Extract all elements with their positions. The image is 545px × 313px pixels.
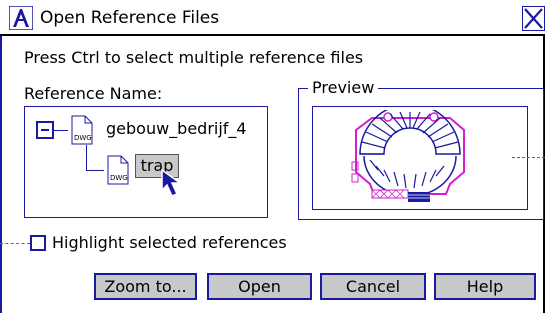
dwg-type-label: DWG [110,174,128,182]
reference-dash-line [0,243,30,244]
close-icon[interactable] [522,6,545,31]
reference-dash-line [512,157,545,158]
mouse-pointer-icon [161,168,183,197]
tree-item-gebouw-bedrijf-4[interactable]: gebouw_bedrijf_4 [106,119,247,138]
zoom-to-button[interactable]: Zoom to... [94,273,197,300]
preview-label: Preview [308,78,379,97]
help-button[interactable]: Help [434,273,536,300]
highlight-checkbox[interactable] [30,235,46,251]
tree-connector [86,170,104,171]
dwg-file-icon: DWG [71,115,93,145]
instruction-text: Press Ctrl to select multiple reference … [24,48,364,67]
open-button[interactable]: Open [207,273,312,300]
dwg-type-label: DWG [74,134,92,142]
reference-name-label: Reference Name: [24,84,163,103]
title-divider [0,34,545,36]
cancel-button[interactable]: Cancel [320,273,426,300]
dwg-file-icon: DWG [107,155,129,185]
autocad-a-icon [9,6,33,30]
tree-connector [54,130,68,131]
dialog-left-border [0,36,2,313]
window-title: Open Reference Files [40,8,220,28]
tree-connector [86,145,87,171]
highlight-checkbox-label[interactable]: Highlight selected references [52,233,287,252]
collapse-toggle[interactable] [36,121,54,139]
preview-staircase-drawing [351,110,465,202]
